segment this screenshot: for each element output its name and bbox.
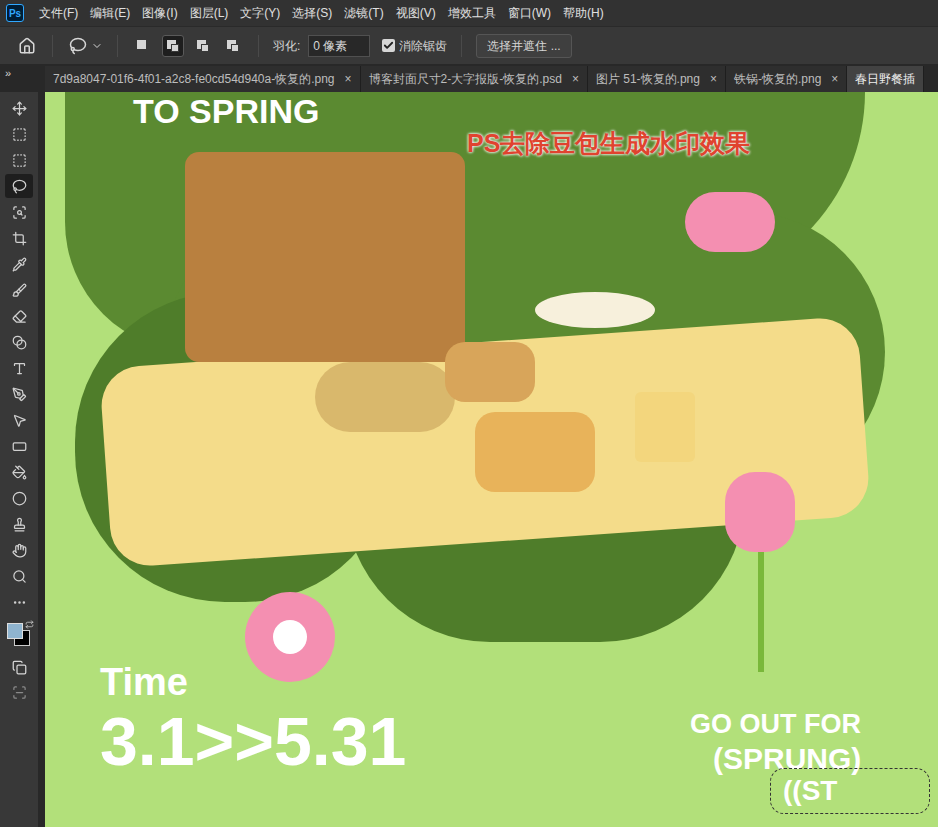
tool-icon [12,231,27,246]
tool-icon [12,491,27,506]
tool-button[interactable] [5,408,33,432]
tool-button[interactable] [5,122,33,146]
tool-button[interactable] [5,486,33,510]
tool-button[interactable] [5,330,33,354]
menu-item[interactable]: 文字(Y) [235,4,285,22]
tool-icon [12,179,27,194]
tab-close[interactable]: × [831,70,838,88]
tool-icon [12,283,27,298]
tool-button[interactable] [5,304,33,328]
document-tabs: »7d9a8047-01f6-4f01-a2c8-fe0cd54d940a-恢复… [0,64,938,92]
tool-icon [12,439,27,454]
tool-icon [12,101,27,116]
canvas[interactable]: TO SPRING PS去除豆包生成水印效果 Time3.1>>5.31 GO OUT… [45,92,938,827]
ps-logo[interactable]: Ps [6,4,24,22]
tool-icon [12,543,27,558]
swap-icon[interactable] [25,620,34,629]
tool-button[interactable] [5,460,33,484]
tool-button[interactable] [5,96,33,120]
document-tab[interactable]: 图片 51-恢复的.png× [588,66,726,92]
tool-button[interactable] [5,174,33,198]
menu-item[interactable]: 帮助(H) [558,4,609,22]
menu-item[interactable]: 图像(I) [137,4,182,22]
tool-icon [12,309,27,324]
tool-button[interactable] [5,434,33,458]
document-tab[interactable]: 铁锅-恢复的.png× [726,66,847,92]
tool-button[interactable] [5,356,33,380]
options-bar: 羽化: 0 像素消除锯齿 选择并遮住 ... [0,26,938,64]
antialias-checkbox[interactable]: 消除锯齿 [382,37,447,55]
menu-item[interactable]: 视图(V) [391,4,441,22]
chevron-icon[interactable] [91,40,103,52]
document-tab[interactable]: 春日野餐插 [847,66,924,92]
tool-button[interactable] [5,200,33,224]
select-and-mask-button[interactable]: 选择并遮住 ... [476,34,571,58]
tool-icon [12,335,27,350]
tool-icon [12,595,27,610]
tool-icon [12,127,27,142]
tool-icon [12,465,27,480]
tool-button[interactable] [5,382,33,406]
menu-item[interactable]: 滤镜(T) [339,4,388,22]
top-title: TO SPRING [133,93,319,130]
menu-item[interactable]: 图层(L) [185,4,234,22]
menu-item[interactable]: 编辑(E) [85,4,135,22]
tool-button[interactable] [5,148,33,172]
date-range: 3.1>>5.31 [100,704,406,779]
tool-button[interactable] [5,226,33,250]
tool-button[interactable] [5,252,33,276]
tool-button[interactable] [5,564,33,588]
photoshop-window: Ps 文件(F)编辑(E)图像(I)图层(L)文字(Y)选择(S)滤镜(T)视图(… [0,0,938,827]
tool-button[interactable] [5,538,33,562]
lasso-icon[interactable] [69,37,87,55]
menu-item[interactable]: 增效工具 [443,4,501,22]
tab-close[interactable]: × [572,70,579,88]
menu-bar: Ps 文件(F)编辑(E)图像(I)图层(L)文字(Y)选择(S)滤镜(T)视图(… [0,0,938,26]
tool-icon [12,153,27,168]
watermark-residue: ((ST [783,776,837,807]
tool-icon [12,361,27,376]
tool-icon [12,257,27,272]
screen-mode-icon[interactable] [12,660,27,675]
tool-icon [12,205,27,220]
tool-button[interactable] [5,512,33,536]
tagline-word: (SPRUNG) [713,742,861,775]
document-tab[interactable]: 博客封面尺寸2-大字报版-恢复的.psd× [361,66,588,92]
menu-item[interactable]: 窗口(W) [503,4,556,22]
tool-icon [12,387,27,402]
tool-icon [12,569,27,584]
feather-input[interactable]: 0 像素 [308,35,370,57]
color-swatches[interactable] [4,620,34,650]
check-icon [383,40,394,51]
tabs-overflow[interactable]: » [0,64,45,82]
selection-mode-button[interactable] [162,35,184,57]
time-label: Time [100,662,188,704]
tool-icon [12,517,27,532]
selection-mode-button[interactable] [132,35,154,57]
feather-label: 羽化: [273,37,300,55]
menu-item[interactable]: 选择(S) [287,4,337,22]
tool-button[interactable] [5,590,33,614]
watermark-note: PS去除豆包生成水印效果 [467,128,750,158]
tool-icon [12,413,27,428]
tool-button[interactable] [5,278,33,302]
toolbar [0,92,38,827]
menu-item[interactable]: 文件(F) [34,4,83,22]
selection-mode-button[interactable] [192,35,214,57]
document-tab[interactable]: 7d9a8047-01f6-4f01-a2c8-fe0cd54d940a-恢复的… [45,66,361,92]
tagline: GO OUT FOR [690,710,861,740]
home-icon[interactable] [18,37,36,55]
tab-close[interactable]: × [710,70,717,88]
quick-mask-icon[interactable] [12,685,27,700]
selection-mode-button[interactable] [222,35,244,57]
tab-close[interactable]: × [345,70,352,88]
